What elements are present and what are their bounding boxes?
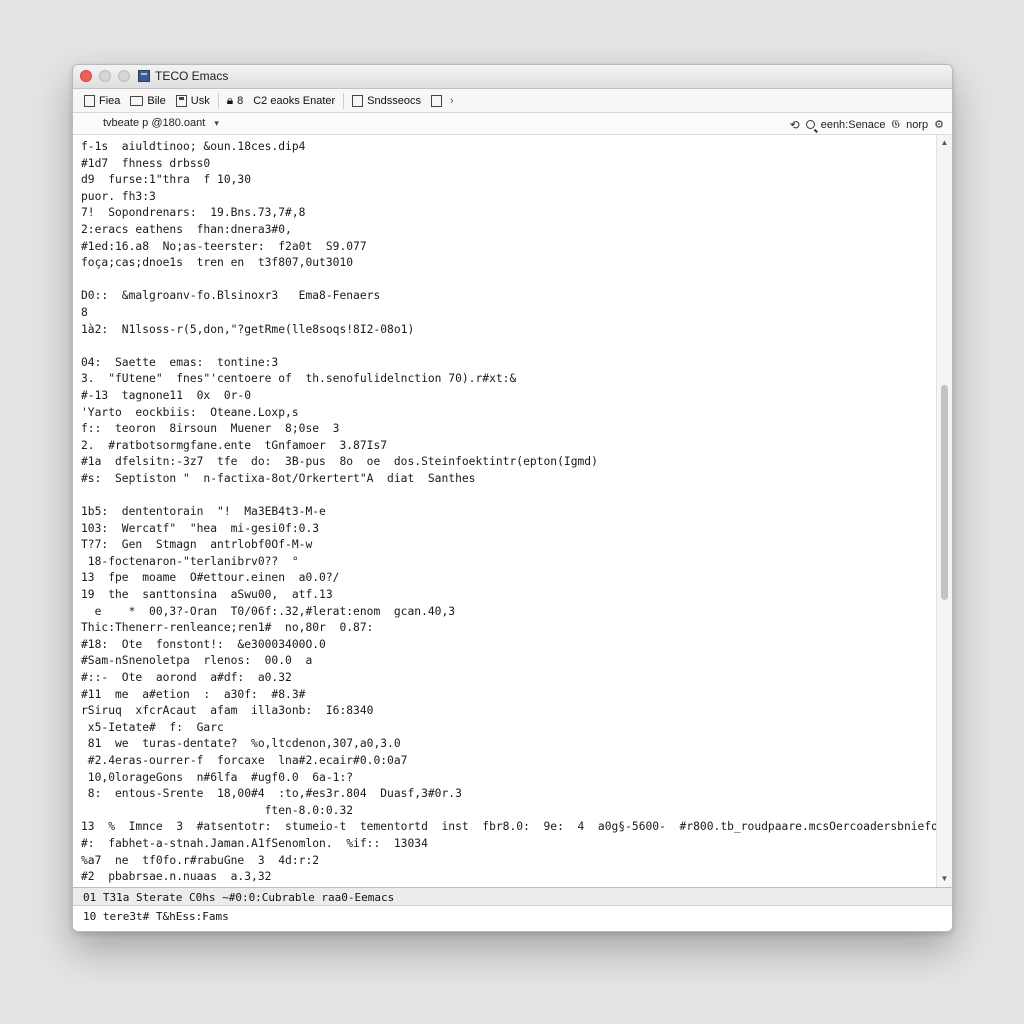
scroll-up-arrow-icon[interactable]: ▲: [937, 137, 952, 149]
toolbar-sndsseocs-label: Sndsseocs: [367, 94, 421, 107]
lock-icon: 🔒︎: [226, 93, 234, 107]
toolbar-usk-label: Usk: [190, 94, 210, 107]
toolbar-sndsseocs-button[interactable]: Sndsseocs: [347, 92, 426, 110]
open-folder-icon: [130, 95, 144, 106]
toolbar: Fiea Bile Usk 🔒︎ 8 C2 eaoks Enater Sndss…: [73, 89, 952, 113]
minimize-window-button[interactable]: [99, 70, 111, 82]
buffer-select[interactable]: tvbeаte р @180.oant ▾: [103, 117, 219, 129]
g-icon[interactable]: 𝔊: [892, 117, 901, 132]
toolbar-bile-label: Bile: [147, 94, 166, 107]
vertical-scrollbar[interactable]: ▲ ▼: [936, 135, 952, 887]
search-icon[interactable]: [805, 120, 815, 129]
minibuffer[interactable]: 10 tere3t# T&hEss:Fams: [73, 907, 952, 929]
buffer-bar-tools: ⟲ eenh:Senace 𝔊 norp ⚙︎: [790, 117, 944, 132]
toolbar-separator: [343, 92, 345, 109]
toolbar-lock-button[interactable]: 🔒︎ 8: [222, 92, 249, 110]
window-title: TECO Emacs: [155, 69, 229, 83]
toolbar-usk-button[interactable]: Usk: [171, 92, 215, 110]
close-window-button[interactable]: [80, 70, 92, 82]
mode-line: 01 T31a Sterate C0hs ~#0:0:Cubrable raa0…: [73, 887, 952, 906]
title-bar[interactable]: TECO Emacs: [73, 65, 952, 89]
buffer-bar: tvbeаte р @180.oant ▾ ⟲ eenh:Senace 𝔊 no…: [73, 114, 952, 135]
toolbar-file-button[interactable]: Fiea: [79, 92, 125, 110]
toolbar-bile-button[interactable]: Bile: [125, 92, 170, 110]
scroll-thumb[interactable]: [941, 385, 948, 600]
toolbar-enater-label: C2 eaoks Enater: [253, 94, 336, 107]
toolbar-nav-button[interactable]: ›: [426, 92, 459, 110]
document-icon: [352, 94, 364, 107]
nav-arrows-icon: ›: [449, 94, 454, 107]
toolbar-lock-label: 8: [237, 94, 244, 107]
save-icon: [175, 94, 187, 107]
editor-buffer-text[interactable]: f-1s aiuldtinoo; &oun.18ces.dip4 #1d7 fh…: [73, 135, 936, 887]
help-label[interactable]: norp: [906, 119, 928, 131]
scroll-down-arrow-icon[interactable]: ▼: [937, 873, 952, 885]
toolbar-enater-button[interactable]: C2 eaoks Enater: [248, 92, 340, 110]
editor-text-area[interactable]: f-1s aiuldtinoo; &oun.18ces.dip4 #1d7 fh…: [73, 135, 936, 887]
emacs-app-icon: [138, 70, 150, 82]
app-window: TECO Emacs Fiea Bile Usk 🔒︎ 8 C2 eaoks E…: [72, 64, 953, 932]
toolbar-separator: [217, 92, 219, 109]
chevron-down-icon: ▾: [214, 118, 219, 128]
new-file-icon: [84, 94, 95, 107]
toolbar-file-label: Fiea: [99, 94, 121, 107]
search-label[interactable]: eenh:Senace: [821, 119, 886, 131]
gear-icon[interactable]: ⚙︎: [934, 118, 944, 131]
window-icon: [430, 94, 442, 107]
zoom-window-button[interactable]: [118, 70, 130, 82]
refresh-icon[interactable]: ⟲: [790, 118, 800, 132]
buffer-select-label: tvbeаte р @180.oant: [103, 117, 206, 129]
